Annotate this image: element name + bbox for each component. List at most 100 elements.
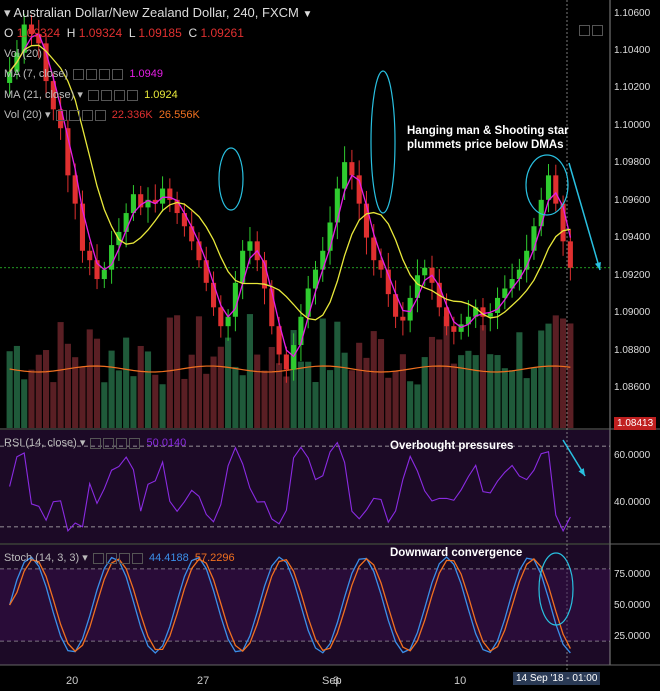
volume-bar — [174, 315, 181, 428]
ma21-add-icon[interactable] — [113, 89, 125, 101]
volume-bar — [370, 331, 377, 428]
candle-body — [567, 241, 573, 268]
high-value: 1.09324 — [78, 26, 123, 40]
volume-bar — [28, 369, 35, 428]
stoch-legend: Stoch (14, 3, 3) ▾ 44.4188 57.2296 — [4, 551, 235, 564]
stoch-close-icon[interactable] — [131, 552, 143, 564]
volume-bar — [166, 317, 173, 428]
volume-bar — [123, 337, 130, 428]
stoch-label[interactable]: Stoch (14, 3, 3) — [4, 552, 79, 564]
volume-bar — [144, 351, 152, 428]
volume-bar — [101, 382, 108, 428]
volume-bar — [13, 345, 20, 428]
vol-top-label[interactable]: Vol (20) — [4, 48, 42, 60]
rsi-legend: RSI (14, close) ▾ 50.0140 — [4, 436, 186, 449]
volume-bar — [225, 337, 232, 428]
volume-bar — [509, 370, 516, 428]
ma21-close-icon[interactable] — [126, 89, 138, 101]
ma7-close-icon[interactable] — [112, 68, 124, 80]
rsi-tick: 60.0000 — [614, 450, 651, 461]
low-value: 1.09185 — [138, 26, 182, 40]
volume-bar — [42, 350, 50, 428]
vol-close-icon[interactable] — [94, 109, 106, 121]
stoch-dropdown-icon[interactable]: ▾ — [82, 552, 88, 564]
candle-body — [451, 326, 457, 332]
stoch-annotation: Downward convergence — [390, 547, 523, 559]
price-tick: 1.10000 — [614, 120, 651, 131]
volume-bar — [86, 329, 93, 428]
ma21-legend: MA (21, close) ▾ 1.0924 — [4, 88, 178, 101]
volume-bar — [93, 338, 101, 428]
stoch-settings-icon[interactable] — [105, 552, 117, 564]
pane-maximize-icon[interactable] — [592, 25, 603, 37]
volume-bar — [217, 346, 224, 428]
vol-value-2: 26.556K — [158, 109, 200, 121]
ma7-settings-icon[interactable] — [86, 68, 98, 80]
volume-bar — [195, 316, 203, 428]
candle-body — [189, 226, 195, 242]
rsi-add-icon[interactable] — [116, 437, 128, 449]
volume-bar — [239, 375, 246, 428]
price-tick: 1.09200 — [614, 270, 651, 281]
volume-ma-line — [9, 365, 571, 373]
rsi-label[interactable]: RSI (14, close) — [4, 437, 77, 449]
volume-bar — [436, 339, 443, 428]
rsi-close-icon[interactable] — [129, 437, 141, 449]
volume-bar — [428, 336, 436, 428]
rsi-annotation: Overbought pressures — [390, 440, 514, 452]
volume-bar — [501, 368, 508, 428]
rsi-tick: 40.0000 — [614, 497, 651, 508]
candle-body — [225, 316, 231, 327]
title-dropdown-icon[interactable]: ▼ — [302, 9, 312, 20]
stoch-d-value: 57.2296 — [194, 552, 235, 564]
stoch-tick: 25.0000 — [614, 631, 651, 642]
volume-bar — [472, 355, 479, 428]
candle-body — [87, 250, 93, 261]
vol-eye-icon[interactable] — [55, 109, 67, 121]
price-tick: 1.10400 — [614, 45, 651, 56]
ma21-settings-icon[interactable] — [100, 89, 112, 101]
volume-bar — [363, 357, 370, 428]
chart-stage: ▾ Australian Dollar/New Zealand Dollar, … — [0, 0, 660, 691]
stoch-add-icon[interactable] — [118, 552, 130, 564]
volume-bar — [530, 367, 538, 428]
vol-add-icon[interactable] — [81, 109, 93, 121]
stoch-tick: 50.0000 — [614, 600, 651, 611]
main-trend-arrow — [568, 162, 601, 271]
ohlc-row: O 1.09324 H 1.09324 L 1.09185 C 1.09261 — [4, 26, 244, 40]
volume-bar — [181, 378, 188, 428]
ma21-dropdown-icon[interactable]: ▾ — [77, 89, 83, 101]
candle-body — [283, 354, 289, 370]
volume-bar — [487, 354, 494, 428]
volume-bar — [50, 382, 57, 428]
stoch-eye-icon[interactable] — [92, 552, 104, 564]
ma7-eye-icon[interactable] — [73, 68, 85, 80]
vol-label[interactable]: Vol (20) — [4, 109, 42, 121]
price-tick: 1.10200 — [614, 82, 651, 93]
ma7-add-icon[interactable] — [99, 68, 111, 80]
x-tick: 10 — [454, 675, 467, 687]
candle-body — [232, 282, 238, 317]
candle-body — [516, 269, 522, 280]
volume-bar — [297, 361, 304, 428]
vol-dropdown-icon[interactable]: ▾ — [45, 109, 51, 121]
candle-body — [487, 312, 493, 317]
rsi-dropdown-icon[interactable]: ▾ — [80, 437, 86, 449]
ma21-eye-icon[interactable] — [87, 89, 99, 101]
vol-settings-icon[interactable] — [68, 109, 80, 121]
rsi-settings-icon[interactable] — [103, 437, 115, 449]
volume-bar — [407, 381, 414, 428]
open-value: 1.09324 — [16, 26, 61, 40]
candle-body — [101, 269, 107, 280]
volume-bar — [115, 370, 122, 428]
volume-bar — [326, 370, 334, 428]
ma21-label[interactable]: MA (21, close) — [4, 89, 74, 101]
pane-collapse-icon[interactable] — [579, 25, 590, 37]
ma21-value: 1.0924 — [144, 89, 178, 101]
rsi-eye-icon[interactable] — [90, 437, 102, 449]
ma7-legend: MA (7, close) 1.0949 — [4, 68, 163, 80]
candle-body — [422, 267, 428, 276]
volume-bar — [6, 351, 13, 428]
ma7-label[interactable]: MA (7, close) — [4, 68, 68, 80]
volume-bar — [232, 366, 239, 428]
